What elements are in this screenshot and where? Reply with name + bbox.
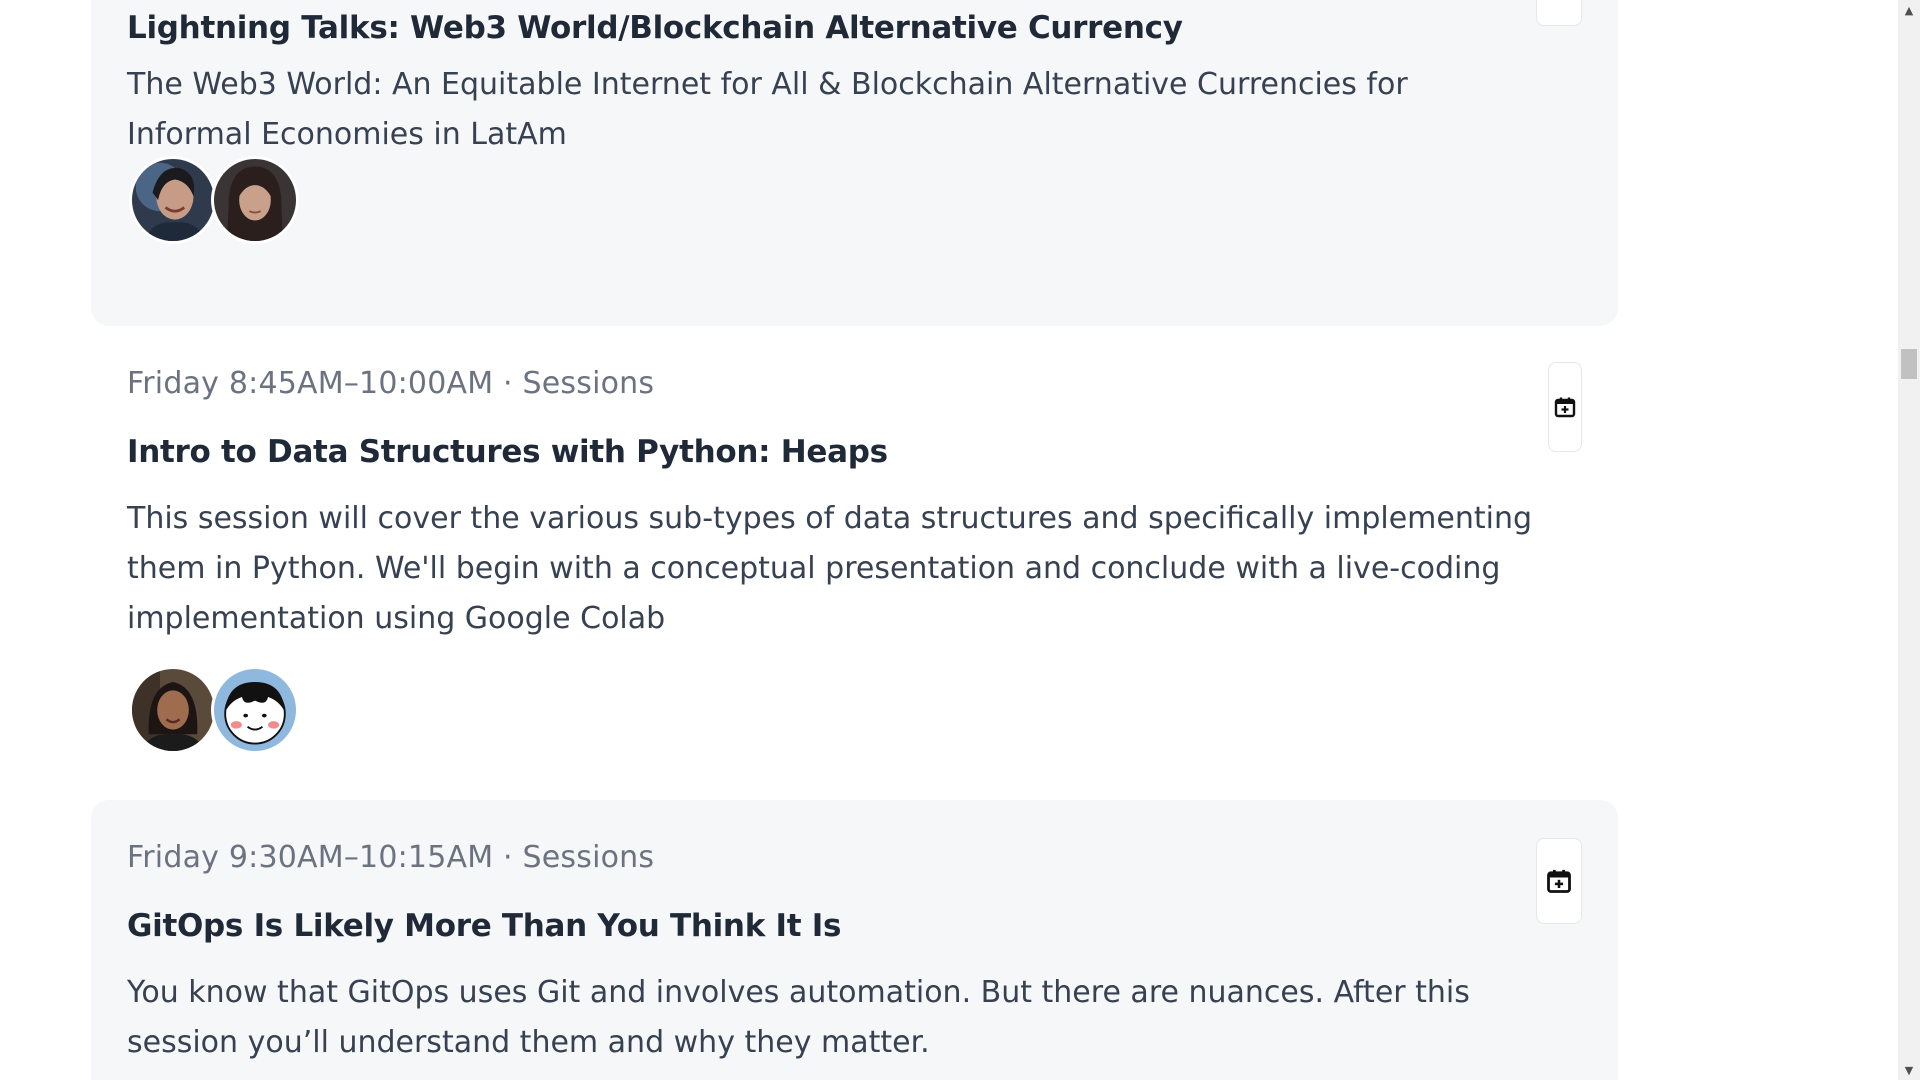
speaker-avatar[interactable] [211,156,299,244]
session-card: Lightning Talks: Web3 World/Blockchain A… [91,0,1618,326]
speaker-avatar[interactable] [211,666,299,754]
add-to-calendar-button[interactable] [1548,362,1582,452]
session-description: You know that GitOps uses Git and involv… [127,975,1470,1060]
calendar-plus-icon [1554,397,1576,418]
session-title[interactable]: GitOps Is Likely More Than You Think It … [127,908,841,944]
session-title[interactable]: Intro to Data Structures with Python: He… [127,434,888,470]
speaker-avatar[interactable] [129,666,217,754]
scrollbar-thumb[interactable] [1901,349,1917,379]
session-title[interactable]: Lightning Talks: Web3 World/Blockchain A… [127,10,1183,46]
add-to-calendar-button[interactable] [1536,0,1582,26]
page-scrollbar[interactable]: ▲ ▼ [1898,0,1920,1080]
schedule-viewport: Lightning Talks: Web3 World/Blockchain A… [0,0,1920,1080]
speaker-avatars [129,156,299,244]
session-time-category: Friday 8:45AM–10:00AM · Sessions [127,366,655,401]
scroll-down-icon[interactable]: ▼ [1898,1060,1920,1080]
scroll-up-icon[interactable]: ▲ [1898,0,1920,20]
session-time-category: Friday 9:30AM–10:15AM · Sessions [127,840,655,875]
session-description: The Web3 World: An Equitable Internet fo… [127,67,1408,152]
calendar-plus-icon [1547,869,1571,893]
session-card: Friday 8:45AM–10:00AM · Sessions Intro t… [91,326,1618,800]
add-to-calendar-button[interactable] [1536,838,1582,924]
cartoon-face-icon [214,669,296,751]
speaker-avatar[interactable] [129,156,217,244]
speaker-photo-icon [214,159,296,241]
session-description: This session will cover the various sub-… [127,501,1533,636]
session-card: Friday 9:30AM–10:15AM · Sessions GitOps … [91,800,1618,1080]
speaker-photo-icon [132,159,214,241]
speaker-photo-icon [132,669,214,751]
speaker-avatars [129,666,299,754]
